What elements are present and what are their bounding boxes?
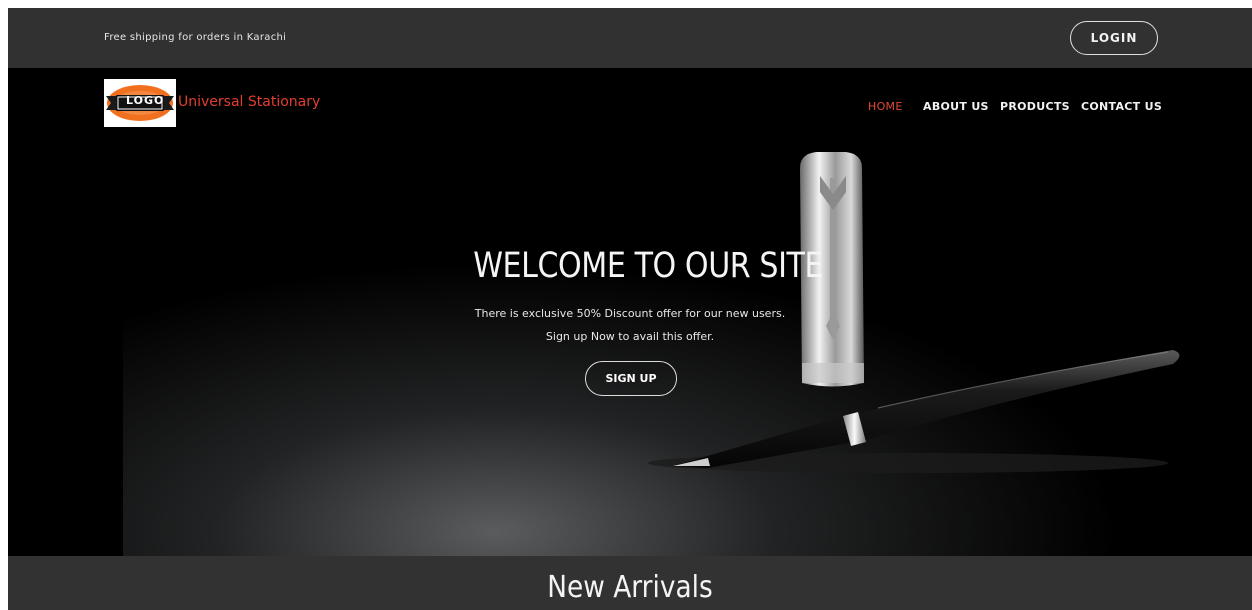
signup-button[interactable]: SIGN UP [585, 361, 677, 396]
login-button[interactable]: LOGIN [1070, 21, 1158, 55]
page: Free shipping for orders in Karachi LOGI… [8, 8, 1252, 610]
new-arrivals-section: New Arrivals [8, 556, 1252, 610]
top-bar: Free shipping for orders in Karachi LOGI… [8, 8, 1252, 68]
brand-name[interactable]: Universal Stationary [178, 94, 320, 110]
nav-contact-us[interactable]: CONTACT US [1081, 100, 1162, 113]
logo-text: LOGO [126, 94, 165, 107]
section-title: New Arrivals [547, 570, 713, 605]
shipping-notice: Free shipping for orders in Karachi [104, 32, 287, 43]
hero-title: WELCOME TO OUR SITE [473, 246, 824, 286]
nav-products[interactable]: PRODUCTS [1000, 100, 1070, 113]
nav-home[interactable]: HOME [868, 100, 903, 113]
hero-banner: LOGO Universal Stationary HOME ABOUT US … [8, 68, 1252, 556]
hero-signup-text: Sign up Now to avail this offer. [545, 330, 715, 343]
hero-offer-text: There is exclusive 50% Discount offer fo… [474, 307, 786, 320]
nav-about-us[interactable]: ABOUT US [923, 100, 989, 113]
